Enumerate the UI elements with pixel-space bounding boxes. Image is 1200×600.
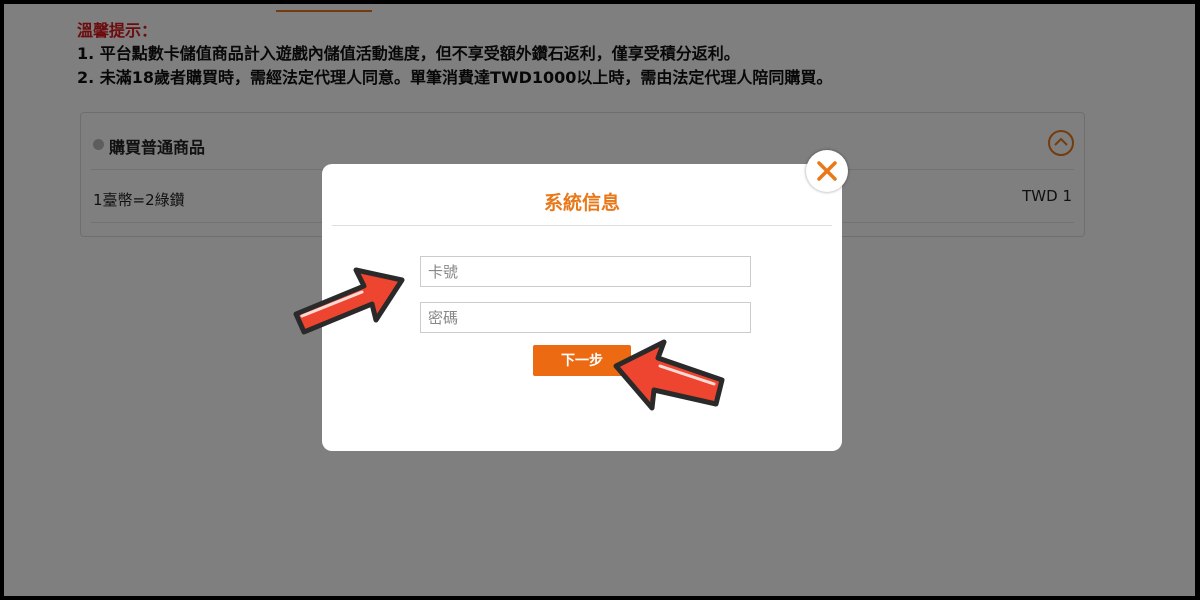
card-number-input[interactable] [420,256,751,287]
arrow-pointer-icon [293,267,405,335]
dialog-title: 系統信息 [543,192,620,214]
arrow-pointer-icon [613,339,725,411]
password-input[interactable] [420,302,751,333]
close-button[interactable] [806,150,848,192]
dialog-divider [332,225,832,226]
close-icon [817,161,837,181]
